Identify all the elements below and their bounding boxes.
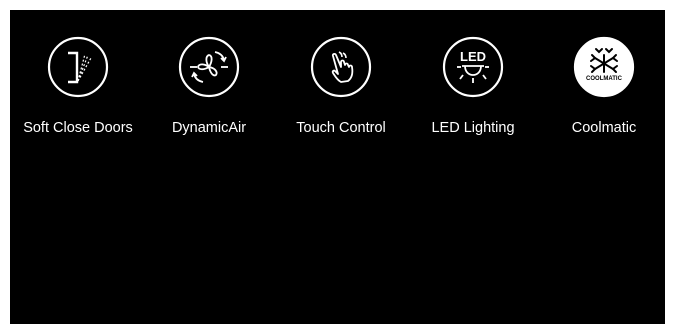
- soft-close-door-icon: [47, 36, 109, 98]
- dynamic-air-fan-icon: [178, 36, 240, 98]
- led-light-icon: LED: [442, 36, 504, 98]
- feature-soft-close-doors: Soft Close Doors: [13, 36, 143, 146]
- feature-list: Soft Close Doors DynamicAir Touch Contro…: [10, 36, 665, 146]
- feature-label: Touch Control: [296, 120, 386, 136]
- feature-dynamic-air: DynamicAir: [144, 36, 274, 146]
- feature-label: Soft Close Doors: [23, 120, 133, 136]
- touch-hand-icon: [310, 36, 372, 98]
- feature-label: Coolmatic: [571, 120, 637, 136]
- feature-led-lighting: LED LED Lighting: [408, 36, 538, 146]
- feature-label: LED Lighting: [431, 120, 515, 136]
- led-icon-text: LED: [460, 49, 486, 64]
- features-panel: Soft Close Doors DynamicAir Touch Contro…: [10, 10, 665, 324]
- coolmatic-icon-text: COOLMATIC: [586, 76, 623, 82]
- feature-touch-control: Touch Control: [276, 36, 406, 146]
- feature-label: DynamicAir: [171, 120, 247, 136]
- feature-coolmatic: COOLMATIC Coolmatic: [539, 36, 669, 146]
- coolmatic-snowflake-icon: COOLMATIC: [573, 36, 635, 98]
